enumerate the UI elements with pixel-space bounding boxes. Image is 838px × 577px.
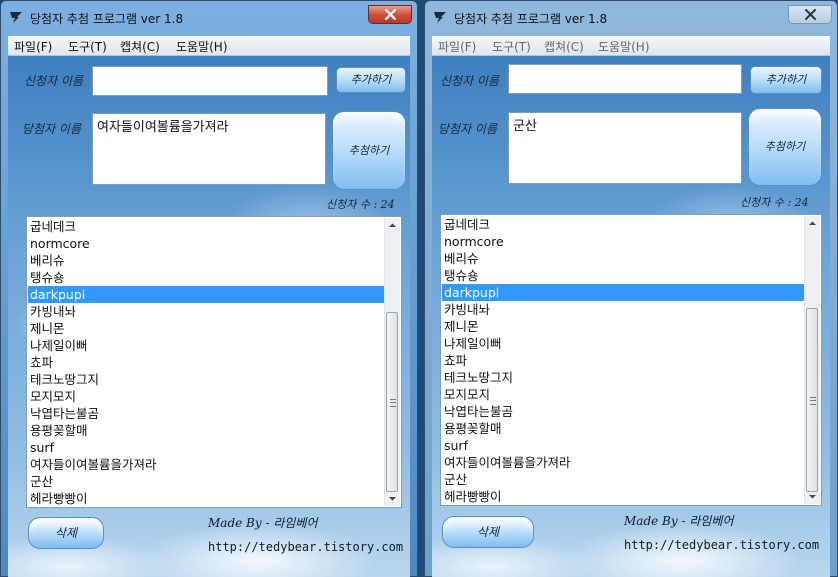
list-item[interactable]: 제니몬 [442,318,804,335]
menu-tools[interactable]: 도구(T) [492,38,531,55]
list-item[interactable]: surf [28,439,384,456]
applicant-list[interactable]: 굽네데크 normcore 베리슈 탱슈숑 darkpupl 카빙내놔 제니몬 나제일이뻐 쵸파… [26,216,402,508]
menu-file[interactable]: 파일(F) [14,38,52,55]
list-item[interactable]: 굽네데크 [28,218,384,235]
list-item[interactable]: 여자들이여볼륨을가져라 [28,456,384,473]
scroll-grip-icon [810,397,816,405]
list-item[interactable]: 여자들이여볼륨을가져라 [442,454,804,471]
add-button[interactable]: 추가하기 [336,67,406,93]
winner-label: 당첨자 이름 [22,122,82,136]
menu-capture[interactable]: 캡쳐(C) [120,38,160,55]
menu-bar: 파일(F) 도구(T) 캡쳐(C) 도움말(H) [432,36,830,56]
list-item[interactable]: 군산 [442,471,804,488]
list-item[interactable]: 테크노땅그지 [442,369,804,386]
made-by-text: Made By - 라임베어 [624,514,734,528]
title-bar[interactable]: 당첨자 추첨 프로그램 ver 1.8 [0,0,418,34]
made-by-text: Made By - 라임베어 [208,516,318,530]
winner-textbox[interactable]: 여자들이여볼륨을가져라 [92,113,326,185]
list-item[interactable]: darkpupl [28,286,384,303]
list-item[interactable]: 탱슈숑 [442,267,804,284]
vertical-scrollbar[interactable] [804,216,820,504]
list-item[interactable]: normcore [28,235,384,252]
menu-bar: 파일(F) 도구(T) 캡쳐(C) 도움말(H) [8,36,410,56]
menu-capture[interactable]: 캡쳐(C) [544,38,584,55]
client-area: 신청자 이름 추가하기 당첨자 이름 군산 추첨하기 신청자 수 : 24 굽네… [432,56,830,577]
window-title: 당첨자 추첨 프로그램 ver 1.8 [30,12,184,26]
list-item[interactable]: 베리슈 [442,250,804,267]
list-item[interactable]: darkpupl [442,284,804,301]
app-icon [10,12,22,23]
menu-help[interactable]: 도움말(H) [176,38,228,55]
scroll-down-arrow-icon[interactable] [385,491,400,506]
scroll-down-arrow-icon[interactable] [805,489,820,504]
applicant-count: 신청자 수 : 24 [740,196,809,209]
list-item[interactable]: 카빙내놔 [28,303,384,320]
list-items: 굽네데크 normcore 베리슈 탱슈숑 darkpupl 카빙내놔 제니몬 나제일이뻐 쵸파… [28,218,384,506]
right-window: 당첨자 추첨 프로그램 ver 1.8 파일(F) 도구(T) 캡쳐(C) 도움… [424,0,838,577]
scroll-grip-icon [390,399,396,407]
list-item[interactable]: 모지모지 [28,388,384,405]
menu-help[interactable]: 도움말(H) [598,38,650,55]
list-item[interactable]: 모지모지 [442,386,804,403]
add-button[interactable]: 추가하기 [750,66,822,94]
list-item[interactable]: 나제일이뻐 [442,335,804,352]
client-area: 신청자 이름 추가하기 당첨자 이름 여자들이여볼륨을가져라 추첨하기 신청자 … [8,56,410,577]
menu-tools[interactable]: 도구(T) [68,38,107,55]
list-item[interactable]: 용평꽂할매 [442,420,804,437]
list-item[interactable]: 쵸파 [442,352,804,369]
close-button[interactable] [788,5,832,24]
draw-button[interactable]: 추첨하기 [332,111,406,190]
scroll-up-arrow-icon[interactable] [805,216,820,231]
list-item[interactable]: 낙엽타는불곰 [442,403,804,420]
menu-file[interactable]: 파일(F) [438,38,476,55]
close-icon [805,9,816,20]
list-items: 굽네데크 normcore 베리슈 탱슈숑 darkpupl 카빙내놔 제니몬 나제일이뻐 쵸파… [442,216,804,504]
scroll-thumb[interactable] [806,308,818,492]
list-item[interactable]: surf [442,437,804,454]
list-item[interactable]: 테크노땅그지 [28,371,384,388]
applicant-input[interactable] [92,66,328,96]
winner-label: 당첨자 이름 [438,122,498,136]
vertical-scrollbar[interactable] [384,218,400,506]
list-item[interactable]: 군산 [28,473,384,490]
app-icon [434,12,446,23]
applicant-count: 신청자 수 : 24 [326,198,395,211]
list-item[interactable]: 굽네데크 [442,216,804,233]
left-window: 당첨자 추첨 프로그램 ver 1.8 파일(F) 도구(T) 캡쳐(C) 도움… [0,0,418,577]
scroll-thumb[interactable] [386,312,398,492]
applicant-label: 신청자 이름 [440,74,500,88]
applicant-input[interactable] [508,64,742,94]
title-bar[interactable]: 당첨자 추첨 프로그램 ver 1.8 [424,0,838,34]
list-item[interactable]: 헤라빵빵이 [442,488,804,504]
list-item[interactable]: 제니몬 [28,320,384,337]
website-url: http://tedybear.tistory.com [208,540,404,554]
draw-button[interactable]: 추첨하기 [748,108,822,186]
winner-textbox[interactable]: 군산 [508,112,742,184]
list-item[interactable]: 베리슈 [28,252,384,269]
window-title: 당첨자 추첨 프로그램 ver 1.8 [454,12,608,26]
list-item[interactable]: 낙엽타는불곰 [28,405,384,422]
delete-button[interactable]: 삭제 [28,517,104,549]
applicant-label: 신청자 이름 [24,74,84,88]
applicant-list[interactable]: 굽네데크 normcore 베리슈 탱슈숑 darkpupl 카빙내놔 제니몬 나제일이뻐 쵸파… [440,214,822,506]
delete-button[interactable]: 삭제 [442,516,534,548]
close-icon [384,9,397,20]
website-url: http://tedybear.tistory.com [624,538,820,552]
list-item[interactable]: 헤라빵빵이 [28,490,384,506]
close-button[interactable] [368,5,412,24]
scroll-up-arrow-icon[interactable] [385,218,400,233]
list-item[interactable]: 탱슈숑 [28,269,384,286]
list-item[interactable]: normcore [442,233,804,250]
list-item[interactable]: 카빙내놔 [442,301,804,318]
list-item[interactable]: 용평꽂할매 [28,422,384,439]
list-item[interactable]: 쵸파 [28,354,384,371]
list-item[interactable]: 나제일이뻐 [28,337,384,354]
